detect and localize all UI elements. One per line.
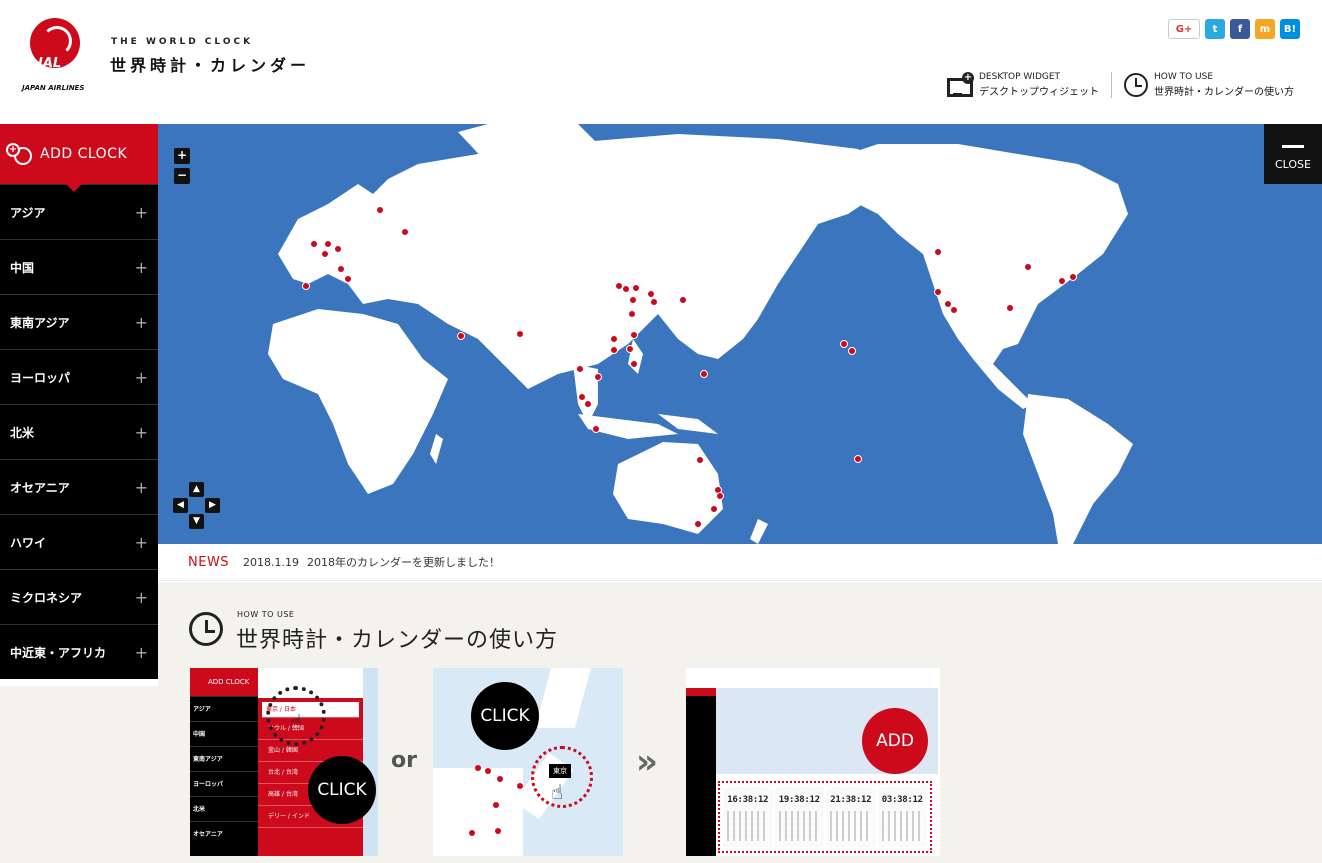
site-title-en: THE WORLD CLOCK (111, 37, 254, 47)
howto-step-1-image: ADD CLOCK アジア 中国 東南アジア ヨーロッパ 北米 オセアニア 東京… (190, 668, 378, 856)
click-bubble: CLICK (471, 682, 539, 750)
howto-step-2-image: 東京 ☝ CLICK (433, 668, 623, 856)
mixi-icon[interactable]: m (1255, 19, 1275, 39)
world-map[interactable]: + − ▲ ◀ ▶ ▼ CLOSE (158, 124, 1322, 544)
world-map-land (268, 124, 1133, 544)
logo-text: JAL (38, 56, 62, 71)
logo-subtext: JAPAN AIRLINES (22, 84, 85, 92)
add-bubble: ADD (862, 708, 928, 774)
plus-icon: + (134, 367, 148, 387)
zoom-out-button[interactable]: − (174, 168, 190, 184)
double-chevron-icon: » (636, 742, 658, 782)
header-links: + DESKTOP WIDGET デスクトップウィジェット HOW TO USE… (935, 72, 1306, 98)
add-clock-icon: + (6, 143, 34, 165)
how-to-use-section: HOW TO USE 世界時計・カレンダーの使い方 ADD CLOCK アジア … (158, 582, 1322, 863)
tokyo-map-label: 東京 (549, 764, 571, 778)
sidebar-item-oceania[interactable]: オセアニア + (0, 459, 158, 514)
pan-right-icon[interactable]: ▶ (205, 498, 220, 513)
howto-title-jp: 世界時計・カレンダーの使い方 (236, 628, 559, 653)
desktop-widget-en: DESKTOP WIDGET (979, 72, 1061, 82)
pan-down-icon[interactable]: ▼ (189, 514, 204, 529)
plus-icon: + (134, 477, 148, 497)
news-date: 2018.1.19 (243, 555, 300, 569)
facebook-icon[interactable]: f (1230, 19, 1250, 39)
minus-icon (1282, 145, 1304, 148)
header: JAL JAPAN AIRLINES THE WORLD CLOCK 世界時計・… (0, 0, 1322, 124)
how-to-use-jp: 世界時計・カレンダーの使い方 (1154, 87, 1294, 98)
close-label: CLOSE (1274, 158, 1311, 171)
pan-up-icon[interactable]: ▲ (189, 482, 204, 497)
clock-icon (1124, 73, 1148, 97)
desktop-widget-jp: デスクトップウィジェット (979, 87, 1099, 98)
or-text: or (391, 748, 417, 773)
region-sidebar: + ADD CLOCK アジア + 中国 + 東南アジア + ヨーロッパ + 北米 + オ… (0, 124, 158, 679)
add-clock-label: ADD CLOCK (40, 146, 128, 162)
add-clock-button[interactable]: + ADD CLOCK (0, 124, 158, 192)
clock-icon (189, 612, 223, 646)
sidebar-item-asia[interactable]: アジア + (0, 184, 158, 239)
social-share-bar: G+ t f m B! (1168, 19, 1300, 39)
plus-icon: + (134, 422, 148, 442)
howto-background (0, 686, 158, 863)
news-bar: NEWS 2018.1.19 2018年のカレンダーを更新しました！ (158, 544, 1322, 581)
sidebar-item-southeast-asia[interactable]: 東南アジア + (0, 294, 158, 349)
howto-title-en: HOW TO USE (237, 610, 295, 619)
mini-add-clock: ADD CLOCK (190, 668, 258, 696)
how-to-use-link[interactable]: HOW TO USE 世界時計・カレンダーの使い方 (1111, 72, 1306, 98)
howto-step-3-image: ADD 16:38:12 19:38:12 21:38:12 03:38:12 (686, 668, 940, 856)
mini-clock-panel: 16:38:12 19:38:12 21:38:12 03:38:12 (718, 781, 932, 853)
plus-icon: + (134, 257, 148, 277)
plus-icon: + (134, 532, 148, 552)
sidebar-item-middle-east-africa[interactable]: 中近東・アフリカ + (0, 624, 158, 679)
jal-logo[interactable]: JAL JAPAN AIRLINES (22, 18, 92, 94)
twitter-icon[interactable]: t (1205, 19, 1225, 39)
pan-left-icon[interactable]: ◀ (173, 498, 188, 513)
plus-icon: + (134, 202, 148, 222)
plus-icon: + (134, 642, 148, 662)
pointer-hand-icon: ☝ (290, 710, 303, 734)
sidebar-item-china[interactable]: 中国 + (0, 239, 158, 294)
sidebar-item-europe[interactable]: ヨーロッパ + (0, 349, 158, 404)
google-plus-icon[interactable]: G+ (1168, 19, 1200, 39)
news-text[interactable]: 2018年のカレンダーを更新しました！ (307, 554, 500, 570)
sidebar-item-north-america[interactable]: 北米 + (0, 404, 158, 459)
hatena-bookmark-icon[interactable]: B! (1280, 19, 1300, 39)
mini-sidebar: ADD CLOCK アジア 中国 東南アジア ヨーロッパ 北米 オセアニア (190, 668, 258, 856)
plus-icon: + (134, 312, 148, 332)
sidebar-item-hawaii[interactable]: ハワイ + (0, 514, 158, 569)
zoom-in-button[interactable]: + (174, 148, 190, 164)
click-bubble: CLICK (308, 756, 376, 824)
desktop-widget-link[interactable]: + DESKTOP WIDGET デスクトップウィジェット (935, 72, 1111, 98)
site-title-jp: 世界時計・カレンダー (110, 56, 311, 75)
pointer-hand-icon: ☝ (551, 780, 564, 804)
close-map-button[interactable]: CLOSE (1264, 124, 1322, 184)
plus-icon: + (134, 587, 148, 607)
news-label: NEWS (188, 554, 230, 570)
monitor-plus-icon: + (947, 72, 974, 97)
pan-control: ▲ ◀ ▶ ▼ (172, 482, 222, 530)
sidebar-item-micronesia[interactable]: ミクロネシア + (0, 569, 158, 624)
how-to-use-en: HOW TO USE (1154, 72, 1214, 82)
